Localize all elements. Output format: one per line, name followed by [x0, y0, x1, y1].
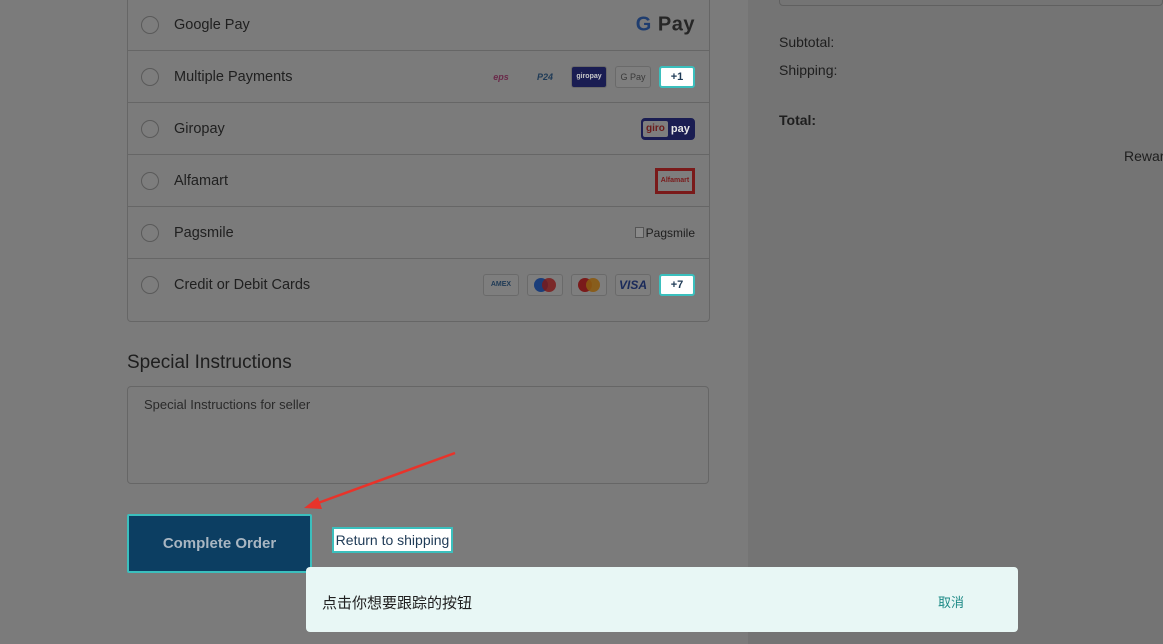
more-methods-badge[interactable]: +1	[659, 65, 695, 88]
radio-google-pay[interactable]	[141, 15, 159, 34]
payment-option-pagsmile[interactable]: Pagsmile Pagsmile	[128, 206, 709, 258]
payment-method-list: Google Pay G Pay Multiple Payments eps P…	[127, 0, 710, 322]
pagsmile-logo: Pagsmile	[634, 226, 695, 240]
special-instructions-input[interactable]	[127, 386, 709, 484]
radio-alfamart[interactable]	[141, 171, 159, 190]
payment-option-alfamart[interactable]: Alfamart Alfamart	[128, 154, 709, 206]
alfamart-logo: Alfamart	[655, 167, 695, 194]
shipping-label: Shipping:	[779, 62, 838, 78]
google-pay-icon: G Pay	[615, 65, 651, 88]
broken-image-icon	[634, 227, 644, 238]
summary-input-box	[779, 0, 1163, 6]
radio-giropay[interactable]	[141, 119, 159, 138]
payment-option-giropay[interactable]: Giropay giro pay	[128, 102, 709, 154]
maestro-icon	[527, 273, 563, 296]
payment-label: Google Pay	[174, 16, 250, 33]
payment-option-cards[interactable]: Credit or Debit Cards AMEX VISA +7	[128, 258, 709, 310]
p24-icon: P24	[536, 71, 553, 82]
subtotal-label: Subtotal:	[779, 34, 835, 50]
toast-cancel-button[interactable]: 取消	[938, 592, 964, 611]
payment-label: Pagsmile	[174, 224, 234, 241]
payment-option-multiple-payments[interactable]: Multiple Payments eps P24 giropay G Pay …	[128, 50, 709, 102]
checkout-main: Google Pay G Pay Multiple Payments eps P…	[0, 0, 748, 644]
order-summary-panel	[748, 0, 1163, 644]
return-to-shipping-link[interactable]: Return to shipping	[332, 527, 453, 553]
payment-option-google-pay[interactable]: Google Pay G Pay	[128, 0, 709, 50]
complete-order-button[interactable]: Complete Order	[127, 514, 312, 573]
giropay-icon: giropay	[571, 65, 607, 88]
radio-pagsmile[interactable]	[141, 223, 159, 242]
payment-label: Alfamart	[174, 172, 228, 189]
payment-label: Giropay	[174, 120, 225, 137]
eps-icon: eps	[493, 71, 509, 82]
tracking-prompt-toast: 点击你想要跟踪的按钮 取消	[306, 567, 1018, 632]
payment-label: Credit or Debit Cards	[174, 276, 311, 293]
toast-message: 点击你想要跟踪的按钮	[322, 594, 473, 612]
special-instructions-title: Special Instructions	[127, 352, 292, 373]
payment-label: Multiple Payments	[174, 68, 293, 85]
amex-icon: AMEX	[483, 273, 519, 296]
rewards-label: Rewar	[1124, 148, 1163, 164]
more-cards-badge[interactable]: +7	[659, 273, 695, 296]
total-label: Total:	[779, 112, 817, 128]
visa-icon: VISA	[615, 273, 651, 296]
radio-multiple-payments[interactable]	[141, 67, 159, 86]
mastercard-icon	[571, 273, 607, 296]
google-pay-logo: G Pay	[635, 13, 695, 35]
giropay-logo: giro pay	[641, 117, 695, 140]
radio-cards[interactable]	[141, 275, 159, 294]
